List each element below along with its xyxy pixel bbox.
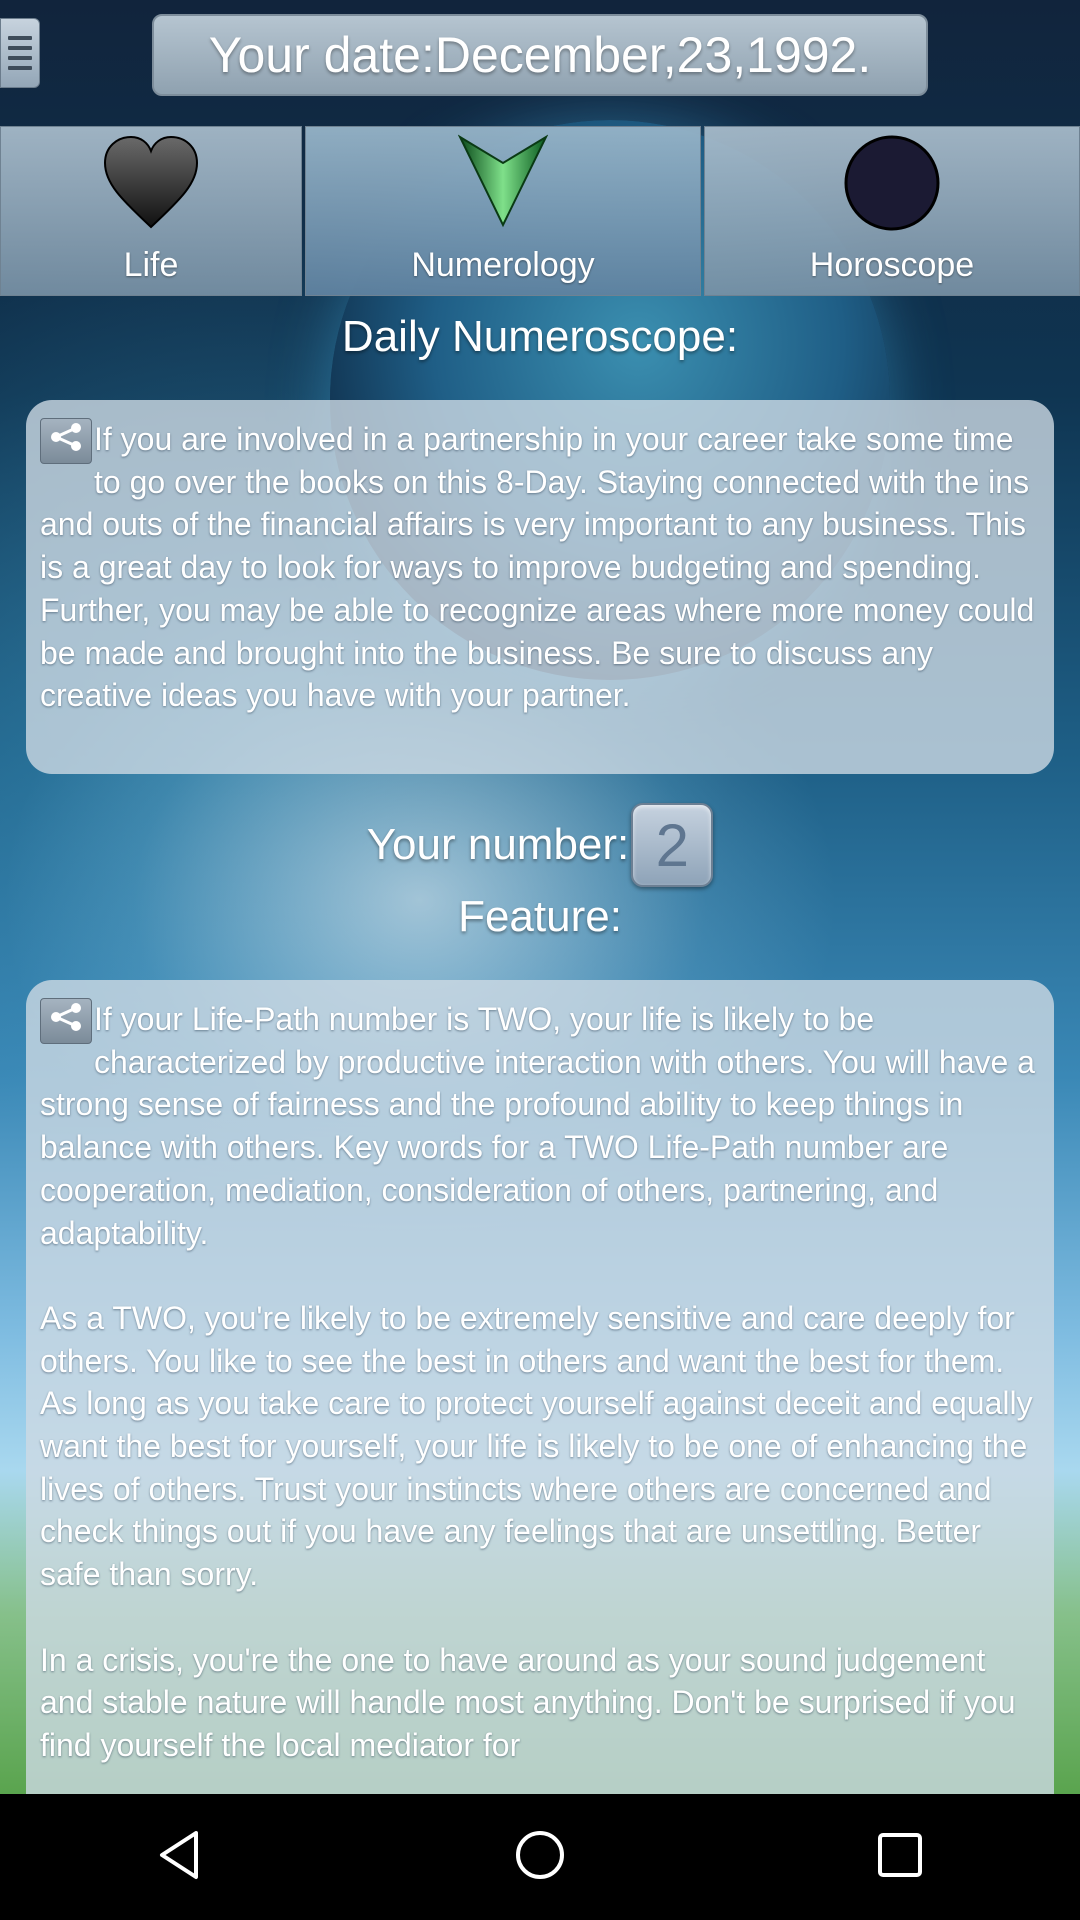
tab-life-label: Life	[123, 246, 179, 284]
recents-icon	[870, 1825, 930, 1889]
daily-numeroscope-panel: If you are involved in a partnership in …	[26, 400, 1054, 774]
tab-life[interactable]: Life	[0, 126, 302, 296]
menu-line	[8, 46, 32, 50]
tab-horoscope-label: Horoscope	[809, 246, 975, 284]
feature-title: Feature:	[458, 892, 622, 941]
menu-line	[8, 36, 32, 40]
system-nav-bar	[0, 1794, 1080, 1920]
tab-numerology-label: Numerology	[411, 246, 595, 284]
daily-numeroscope-title: Daily Numeroscope:	[341, 312, 739, 361]
feature-panel: If your Life-Path number is TWO, your li…	[26, 980, 1054, 1794]
menu-line	[8, 66, 32, 70]
menu-button[interactable]	[0, 18, 40, 88]
arrow-down-icon	[457, 133, 549, 233]
share-icon	[49, 1000, 83, 1043]
share-icon	[49, 420, 83, 463]
share-button[interactable]	[40, 418, 92, 464]
app-screen: Your date:December,23,1992. Life Numerol…	[0, 0, 1080, 1794]
feature-text: If your Life-Path number is TWO, your li…	[40, 1001, 1035, 1763]
back-icon	[150, 1825, 210, 1889]
number-badge: 2	[631, 803, 714, 887]
date-header: Your date:December,23,1992.	[152, 14, 928, 96]
share-button[interactable]	[40, 998, 92, 1044]
tab-horoscope[interactable]: Horoscope	[704, 126, 1080, 296]
daily-numeroscope-text: If you are involved in a partnership in …	[40, 421, 1035, 714]
moon-icon	[842, 133, 942, 237]
heart-icon	[101, 133, 201, 235]
your-number-row: Your number: 2	[0, 800, 1080, 890]
your-number-label: Your number:	[366, 820, 630, 869]
tab-numerology[interactable]: Numerology	[305, 126, 701, 296]
recents-button[interactable]	[840, 1797, 960, 1917]
back-button[interactable]	[120, 1797, 240, 1917]
home-icon	[510, 1825, 570, 1889]
home-button[interactable]	[480, 1797, 600, 1917]
tab-bar: Life Numerology Horoscope	[0, 126, 1080, 296]
menu-line	[8, 56, 32, 60]
